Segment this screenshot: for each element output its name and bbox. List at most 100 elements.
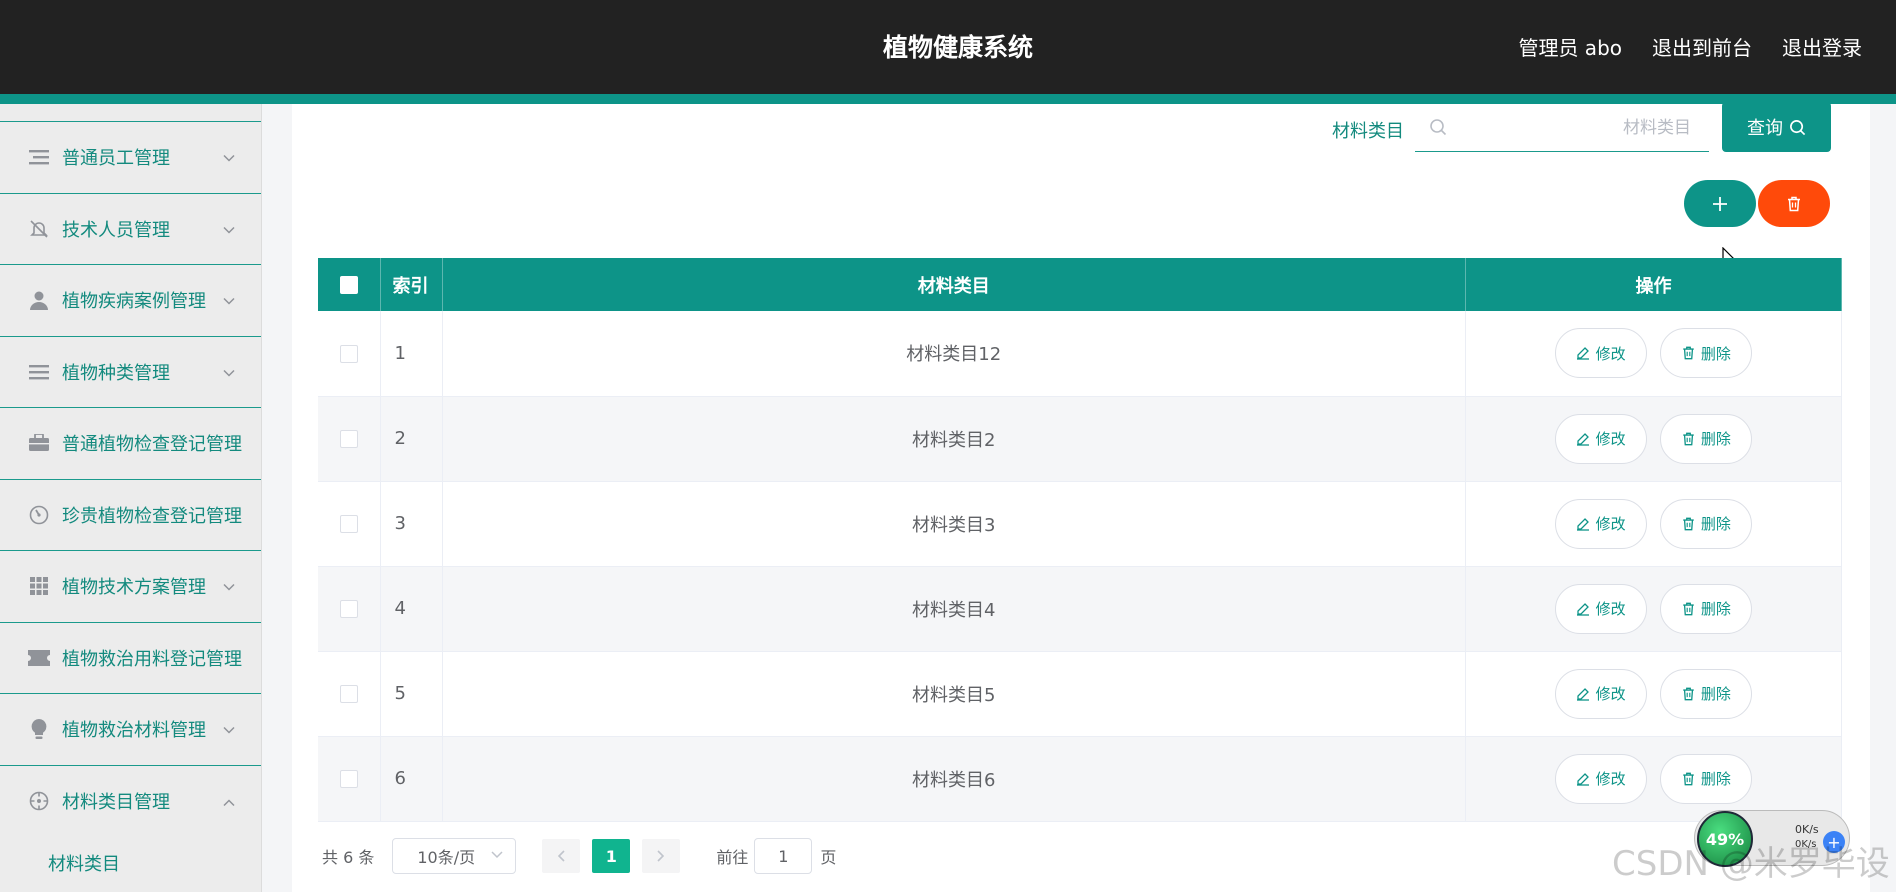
trash-icon	[1683, 772, 1694, 785]
query-button[interactable]: 查询	[1722, 102, 1831, 152]
sidebar-item-plant-species[interactable]: 植物种类管理	[0, 335, 261, 408]
user-icon	[28, 289, 50, 311]
ticket-icon	[28, 647, 50, 669]
sidebar-item-label: 植物救治材料管理	[62, 720, 206, 742]
row-index: 2	[380, 396, 443, 482]
row-index: 3	[380, 481, 443, 567]
chevron-down-icon	[223, 147, 235, 168]
page-number-current[interactable]: 1	[592, 839, 631, 873]
sidebar-item-tech-plans[interactable]: 植物技术方案管理	[0, 550, 261, 622]
trash-icon	[1683, 346, 1694, 360]
delete-button[interactable]: 删除	[1660, 753, 1753, 804]
sidebar-item-treatment-registration[interactable]: 植物救治用料登记管理	[0, 621, 261, 694]
sidebar-item-label: 技术人员管理	[62, 219, 170, 241]
sidebar-item-disease-cases[interactable]: 植物疾病案例管理	[0, 264, 261, 336]
edit-button[interactable]: 修改	[1554, 413, 1647, 464]
sidebar-item-label: 植物疾病案例管理	[62, 291, 206, 313]
next-page-button[interactable]	[642, 839, 681, 873]
header-ops: 操作	[1465, 258, 1842, 311]
delete-button[interactable]: 删除	[1660, 668, 1753, 719]
watermark: CSDN @米罗毕设	[1612, 844, 1890, 884]
row-checkbox-cell	[318, 736, 381, 822]
row-ops: 修改 删除	[1465, 651, 1842, 737]
edit-button[interactable]: 修改	[1554, 328, 1647, 379]
top-bar: 植物健康系统 管理员 abo 退出到前台 退出登录	[0, 0, 1896, 94]
gauge-icon	[28, 504, 50, 526]
row-checkbox[interactable]	[339, 685, 358, 703]
row-checkbox[interactable]	[339, 600, 358, 618]
sidebar-item-technicians[interactable]: 技术人员管理	[0, 192, 261, 265]
header-index: 索引	[380, 258, 443, 311]
batch-delete-button[interactable]	[1758, 180, 1830, 227]
exit-to-front-link[interactable]: 退出到前台	[1652, 32, 1752, 61]
page-size-value: 10条/页	[417, 848, 476, 867]
pagination-total: 共 6 条	[322, 848, 375, 867]
delete-button[interactable]: 删除	[1660, 583, 1753, 634]
row-ops: 修改 删除	[1465, 736, 1842, 822]
row-checkbox[interactable]	[339, 344, 358, 363]
admin-name: 管理员 abo	[1518, 36, 1622, 60]
delete-label: 删除	[1700, 344, 1731, 363]
page-size-select[interactable]: 10条/页	[392, 838, 517, 874]
edit-button[interactable]: 修改	[1554, 498, 1647, 549]
table-row: 2 材料类目2 修改 删除	[318, 396, 1842, 482]
sidebar-item-treatment-materials[interactable]: 植物救治材料管理	[0, 693, 261, 765]
table-row: 3 材料类目3 修改 删除	[318, 481, 1842, 567]
table-header-row: 索引 材料类目 操作	[318, 258, 1842, 311]
table-row: 4 材料类目4 修改 删除	[318, 566, 1842, 652]
delete-button[interactable]: 删除	[1660, 413, 1753, 464]
row-ops: 修改 删除	[1465, 481, 1842, 567]
row-index: 6	[380, 736, 443, 822]
search-label: 材料类目	[1332, 121, 1404, 142]
prev-page-button[interactable]	[542, 839, 581, 873]
search-icon	[1790, 119, 1806, 135]
sidebar-item-rare-inspection[interactable]: 珍贵植物检查登记管理	[0, 478, 261, 551]
row-ops: 修改 删除	[1465, 566, 1842, 652]
trash-icon	[1683, 687, 1694, 700]
edit-icon	[1576, 347, 1589, 360]
sidebar-item-staff[interactable]: 普通员工管理	[0, 121, 261, 193]
row-ops: 修改 删除	[1465, 311, 1842, 397]
edit-icon	[1576, 432, 1589, 446]
logout-link[interactable]: 退出登录	[1782, 32, 1862, 61]
delete-label: 删除	[1700, 600, 1731, 618]
edit-icon	[1576, 772, 1589, 786]
briefcase-icon	[28, 432, 50, 454]
delete-button[interactable]: 删除	[1660, 498, 1753, 549]
table-row: 1 材料类目12 修改 删除	[318, 311, 1842, 397]
edit-button[interactable]: 修改	[1554, 668, 1647, 719]
chevron-left-icon	[558, 850, 565, 862]
chevron-right-icon	[657, 850, 665, 862]
sidebar-item-label: 植物技术方案管理	[62, 577, 206, 599]
chevron-up-icon	[223, 790, 235, 811]
row-name: 材料类目5	[442, 651, 1466, 737]
chevron-down-icon	[223, 361, 235, 382]
sidebar-item-material-categories[interactable]: 材料类目管理	[0, 764, 261, 837]
sidebar-item-normal-inspection[interactable]: 普通植物检查登记管理	[0, 407, 261, 479]
edit-button[interactable]: 修改	[1554, 583, 1647, 634]
row-checkbox[interactable]	[339, 770, 358, 788]
delete-label: 删除	[1700, 430, 1731, 448]
row-checkbox[interactable]	[339, 515, 358, 533]
row-checkbox-cell	[318, 566, 381, 652]
header-checkbox-cell	[318, 258, 381, 311]
sidebar-subitem-material-category[interactable]: 材料类目	[48, 850, 120, 876]
select-all-checkbox[interactable]	[339, 276, 358, 294]
edit-button[interactable]: 修改	[1554, 753, 1647, 804]
row-name: 材料类目12	[442, 311, 1466, 397]
sidebar-item-label: 普通员工管理	[62, 148, 170, 170]
row-ops: 修改 删除	[1465, 396, 1842, 482]
row-index: 5	[380, 651, 443, 737]
delete-button[interactable]: 删除	[1660, 328, 1753, 379]
jump-prefix: 前往	[716, 848, 749, 867]
row-name: 材料类目3	[442, 481, 1466, 567]
row-checkbox-cell	[318, 396, 381, 482]
row-checkbox[interactable]	[339, 430, 358, 448]
edit-label: 修改	[1595, 515, 1626, 533]
list-icon	[28, 146, 50, 168]
add-button[interactable]	[1684, 180, 1756, 227]
search-box	[1415, 104, 1709, 152]
table-row: 6 材料类目6 修改 删除	[318, 736, 1842, 822]
search-input[interactable]	[1455, 112, 1691, 144]
jump-page-input[interactable]: 1	[754, 838, 813, 874]
